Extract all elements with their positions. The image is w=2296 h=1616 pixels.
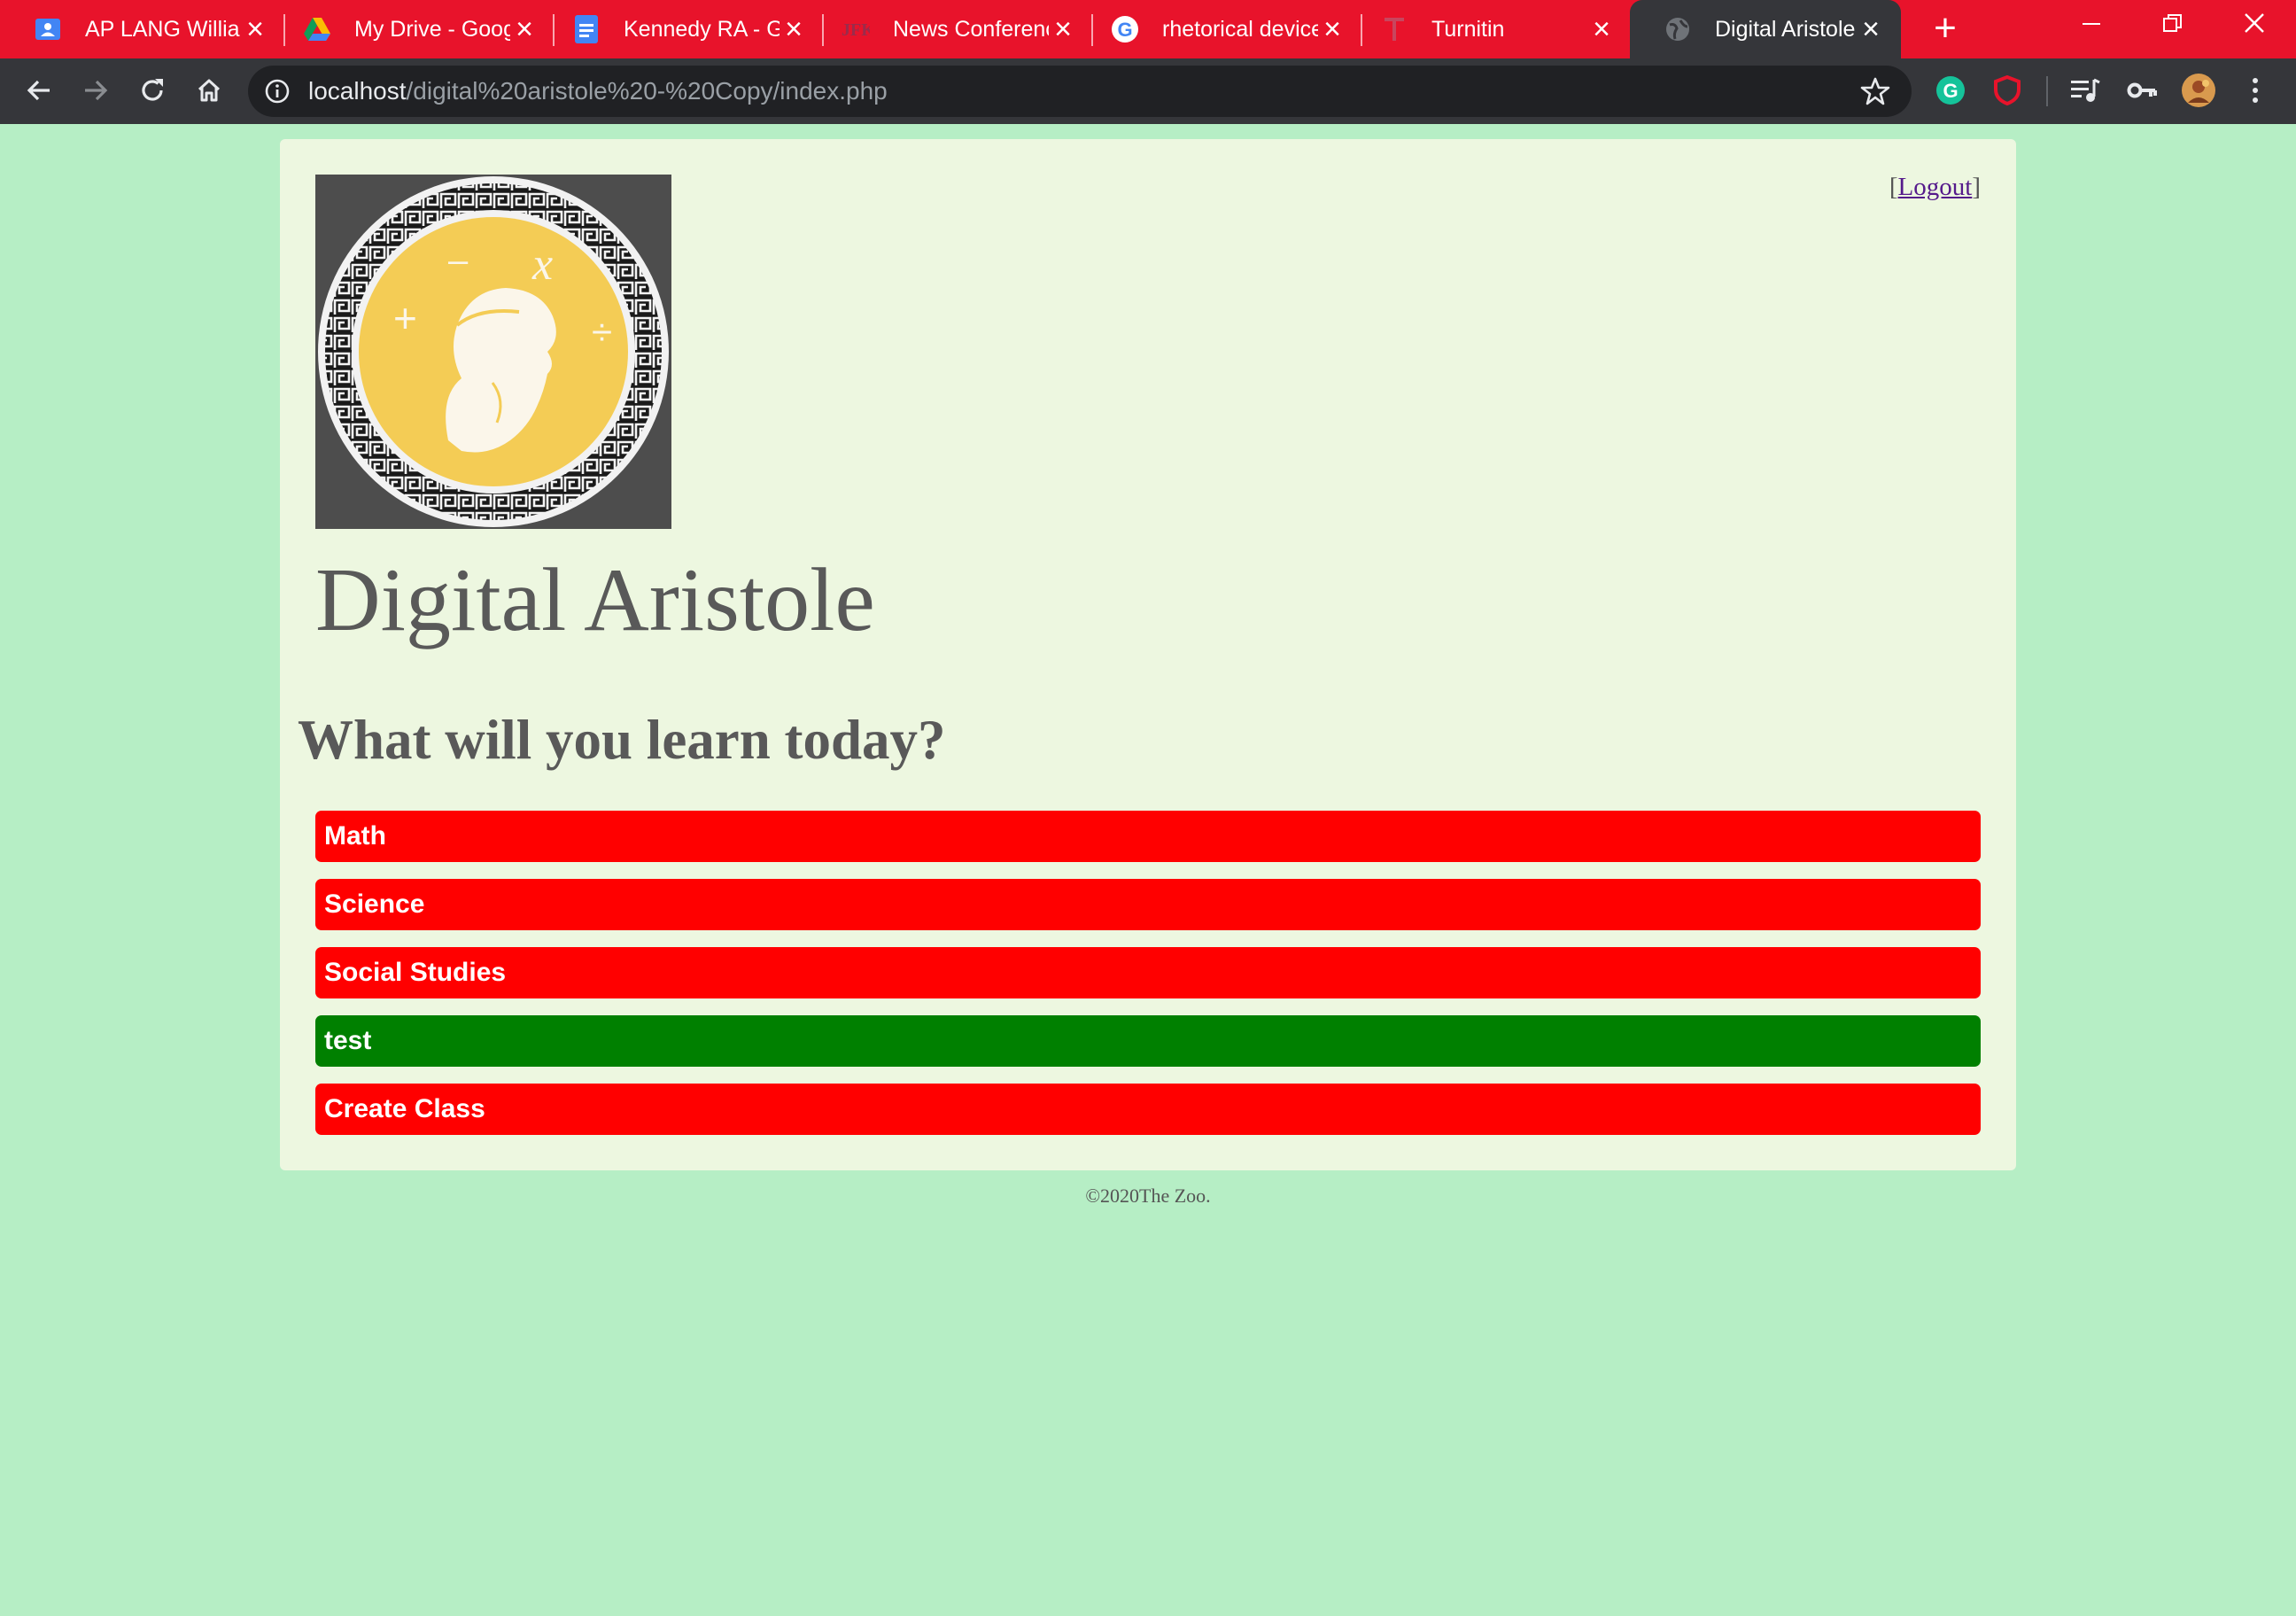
url-path: /digital%20aristole%20-%20Copy/index.php <box>406 77 888 105</box>
tab-title: Turnitin <box>1431 16 1505 42</box>
svg-text:x: x <box>531 239 553 290</box>
grammarly-icon[interactable]: G <box>1931 71 1970 110</box>
forward-icon[interactable] <box>76 71 115 110</box>
minimize-icon[interactable] <box>2052 0 2131 51</box>
new-tab-button[interactable]: + <box>1926 9 1965 50</box>
tab-google-drive[interactable]: My Drive - Goog × <box>269 0 544 58</box>
tab-title: My Drive - Goog <box>354 16 510 42</box>
close-window-icon[interactable] <box>2215 0 2294 51</box>
classroom-icon <box>34 15 62 43</box>
logout-link-wrapper: [Logout] <box>1889 173 1981 202</box>
bracket-close: ] <box>1972 173 1981 201</box>
tab-strip: AP LANG William × My Drive - Goog × Kenn… <box>0 0 2296 58</box>
back-icon[interactable] <box>19 71 58 110</box>
bracket-open: [ <box>1889 173 1898 201</box>
bookmark-star-icon[interactable] <box>1860 76 1890 106</box>
globe-icon <box>1664 15 1692 43</box>
site-info-icon[interactable] <box>264 78 291 105</box>
tab-title: News Conference <box>893 16 1049 42</box>
svg-text:G: G <box>1117 19 1132 41</box>
class-button-science[interactable]: Science <box>315 879 1981 930</box>
footer-copyright: ©2020The Zoo. <box>1085 1185 1211 1207</box>
class-button-social-studies[interactable]: Social Studies <box>315 947 1981 998</box>
toolbar-divider <box>2046 76 2048 106</box>
close-tab-icon[interactable]: × <box>1857 14 1885 44</box>
url-text[interactable]: localhost/digital%20aristole%20-%20Copy/… <box>308 66 888 117</box>
close-tab-icon[interactable]: × <box>510 14 539 44</box>
class-button-math[interactable]: Math <box>315 811 1981 862</box>
svg-text:÷: ÷ <box>592 311 612 353</box>
tab-classroom[interactable]: AP LANG William × <box>0 0 275 58</box>
avatar[interactable] <box>2179 71 2218 110</box>
url-host: localhost <box>308 77 407 105</box>
tab-turnitin[interactable]: Turnitin × <box>1346 0 1621 58</box>
media-controls-icon[interactable] <box>2066 71 2105 110</box>
tab-title: Kennedy RA - Go <box>624 16 780 42</box>
tab-news-conference[interactable]: JFK News Conference × <box>808 0 1082 58</box>
jfk-library-icon: JFK <box>842 15 870 43</box>
logout-link[interactable]: Logout <box>1898 173 1973 201</box>
tab-title: Digital Aristole <box>1715 16 1856 42</box>
page-heading: What will you learn today? <box>298 709 946 771</box>
svg-text:G: G <box>1943 80 1958 102</box>
tab-digital-aristole[interactable]: Digital Aristole × <box>1630 0 1901 58</box>
google-docs-icon <box>572 15 601 43</box>
close-tab-icon[interactable]: × <box>241 14 269 44</box>
tab-google-docs[interactable]: Kennedy RA - Go × <box>539 0 813 58</box>
close-tab-icon[interactable]: × <box>1587 14 1616 44</box>
close-tab-icon[interactable]: × <box>1318 14 1346 44</box>
restore-icon[interactable] <box>2133 0 2213 51</box>
close-tab-icon[interactable]: × <box>780 14 808 44</box>
digital-aristole-logo: + ÷ – x <box>315 175 671 529</box>
google-drive-icon <box>303 15 331 43</box>
close-tab-icon[interactable]: × <box>1049 14 1077 44</box>
class-button-test[interactable]: test <box>315 1015 1981 1067</box>
tab-title: rhetorical device <box>1162 16 1318 42</box>
shield-icon[interactable] <box>1988 71 2027 110</box>
svg-text:+: + <box>393 295 417 341</box>
home-icon[interactable] <box>190 71 229 110</box>
svg-text:JFK: JFK <box>842 20 870 40</box>
key-icon[interactable] <box>2122 71 2161 110</box>
class-list: Math Science Social Studies test Create … <box>315 811 1981 1152</box>
browser-menu-icon[interactable] <box>2236 71 2275 110</box>
reload-icon[interactable] <box>133 71 172 110</box>
create-class-button[interactable]: Create Class <box>315 1084 1981 1135</box>
address-bar[interactable]: localhost/digital%20aristole%20-%20Copy/… <box>248 66 1912 117</box>
svg-text:–: – <box>448 241 469 280</box>
site-title: Digital Aristole <box>315 550 875 650</box>
tab-title: AP LANG William <box>85 16 241 42</box>
google-icon: G <box>1111 15 1139 43</box>
browser-toolbar: localhost/digital%20aristole%20-%20Copy/… <box>0 58 2296 124</box>
turnitin-icon <box>1380 15 1408 43</box>
tab-google-search[interactable]: G rhetorical device × <box>1077 0 1352 58</box>
